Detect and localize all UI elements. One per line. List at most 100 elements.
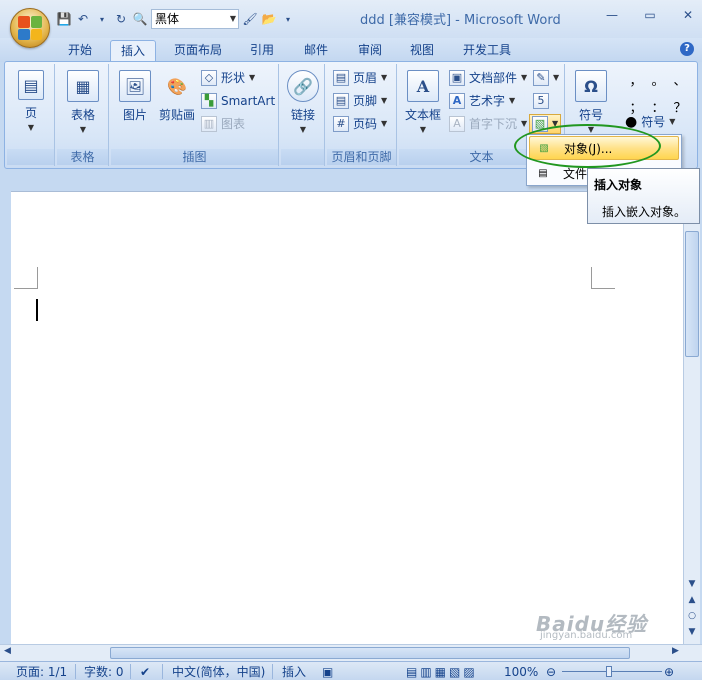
quick-parts-button[interactable]: ▣ 文档部件 ▼: [449, 68, 527, 88]
tab-review[interactable]: 审阅: [348, 40, 392, 62]
browse-object-icon[interactable]: ○: [686, 611, 698, 621]
font-name-box[interactable]: 黑体 ▼: [151, 9, 239, 29]
textbox-icon: A: [407, 70, 439, 102]
minimize-button[interactable]: —: [604, 8, 620, 22]
zoom-slider-thumb[interactable]: [606, 666, 612, 677]
symbol-period[interactable]: 。: [647, 70, 669, 89]
status-insert-mode[interactable]: 插入: [282, 664, 306, 680]
symbol-label: 符号: [578, 108, 603, 122]
vertical-scrollbar[interactable]: ▼ ▲ ○ ▼: [683, 191, 700, 644]
chart-button[interactable]: ▥ 图表: [201, 114, 245, 134]
header-label: 页眉: [353, 71, 378, 85]
help-icon[interactable]: ?: [680, 42, 694, 56]
tooltip: 插入对象 插入嵌入对象。: [587, 168, 700, 224]
group-label-pages: [7, 149, 54, 165]
pages-label: 页: [24, 106, 37, 120]
chevron-down-icon: ▼: [553, 73, 560, 82]
smartart-button[interactable]: ▚ SmartArt: [201, 91, 275, 111]
tab-page-layout[interactable]: 页面布局: [166, 40, 230, 62]
margin-corner-top-left: [14, 267, 38, 289]
clipart-button[interactable]: 🎨 剪贴画: [155, 70, 199, 123]
format-painter-icon[interactable]: 🖌: [242, 11, 258, 27]
proofing-icon[interactable]: ✔: [140, 664, 150, 680]
previous-page-icon[interactable]: ▲: [686, 595, 698, 605]
tab-references[interactable]: 引用: [240, 40, 284, 62]
special-characters-grid: ， 。 、 ； ： ？: [625, 70, 691, 116]
chevron-down-icon: ▼: [299, 125, 307, 134]
header-button[interactable]: ▤ 页眉 ▼: [333, 68, 387, 88]
open-folder-icon[interactable]: 📂: [261, 11, 277, 27]
tab-insert[interactable]: 插入: [110, 40, 156, 62]
pages-button[interactable]: ▤ 页 ▼: [13, 70, 49, 132]
link-icon: 🔗: [287, 70, 319, 102]
scroll-right-arrow-icon[interactable]: ▶: [672, 646, 679, 656]
close-button[interactable]: ✕: [680, 8, 696, 22]
shapes-button[interactable]: ◇ 形状 ▼: [201, 68, 255, 88]
group-links: 🔗 链接 ▼: [281, 64, 325, 166]
vertical-scroll-thumb[interactable]: [685, 231, 699, 357]
picture-button[interactable]: 🖼 图片: [117, 70, 153, 123]
chevron-down-icon: ▼: [79, 125, 87, 134]
links-label: 链接: [290, 108, 315, 122]
zoom-slider-track[interactable]: [562, 671, 662, 672]
clipart-icon: 🎨: [167, 76, 187, 96]
footer-button[interactable]: ▤ 页脚 ▼: [333, 91, 387, 111]
chevron-down-icon: ▼: [419, 125, 427, 134]
customize-qat-icon[interactable]: ▾: [280, 11, 296, 27]
save-icon[interactable]: 💾: [56, 11, 72, 27]
tab-home[interactable]: 开始: [58, 40, 102, 62]
horizontal-scrollbar[interactable]: ◀ ▶: [0, 644, 702, 661]
chevron-down-icon: ▼: [249, 73, 256, 82]
group-illustrations: 🖼 图片 🎨 剪贴画 ◇ 形状 ▼ ▚ SmartArt ▥ 图表 插图: [111, 64, 279, 166]
tab-developer[interactable]: 开发工具: [454, 40, 520, 62]
wordart-button[interactable]: A 艺术字 ▼: [449, 91, 515, 111]
macro-record-icon[interactable]: ▣: [322, 664, 333, 680]
scroll-down-arrow-icon[interactable]: ▼: [686, 579, 698, 589]
office-button[interactable]: [10, 8, 50, 48]
tab-view[interactable]: 视图: [400, 40, 444, 62]
dropcap-label: 首字下沉: [469, 117, 518, 131]
view-buttons-icon[interactable]: ▤▥▦▧▨: [406, 664, 478, 680]
symbol-comma[interactable]: ，: [625, 70, 647, 89]
undo-icon[interactable]: ↶: [75, 11, 91, 27]
status-language[interactable]: 中文(简体，中国): [172, 664, 265, 680]
next-page-icon[interactable]: ▼: [686, 627, 698, 637]
group-label-tables: 表格: [57, 149, 108, 165]
smartart-icon: ▚: [201, 93, 217, 109]
signature-line-button[interactable]: ✎ ▼: [533, 68, 559, 88]
dropcap-button[interactable]: A 首字下沉 ▼: [449, 114, 527, 134]
links-button[interactable]: 🔗 链接 ▼: [285, 70, 321, 134]
table-button[interactable]: ▦ 表格 ▼: [65, 70, 101, 134]
header-icon: ▤: [333, 70, 349, 86]
status-zoom-level[interactable]: 100%: [504, 664, 538, 680]
chevron-down-icon[interactable]: ▼: [230, 10, 236, 28]
textbox-button[interactable]: A 文本框 ▼: [401, 70, 445, 134]
smartart-label: SmartArt: [221, 94, 276, 108]
margin-corner-top-right: [591, 267, 615, 289]
status-page[interactable]: 页面: 1/1: [16, 664, 67, 680]
scroll-left-arrow-icon[interactable]: ◀: [4, 646, 11, 656]
symbol-enumeration-comma[interactable]: 、: [669, 70, 691, 89]
status-bar: 页面: 1/1 字数: 0 ✔ 中文(简体，中国) 插入 ▣ ▤▥▦▧▨ 100…: [0, 661, 702, 680]
maximize-button[interactable]: ▭: [642, 8, 658, 22]
office-logo-icon: [18, 16, 42, 40]
chevron-down-icon: ▼: [669, 117, 676, 126]
font-name-value: 黑体: [155, 12, 180, 26]
redo-icon[interactable]: ↻: [113, 11, 129, 27]
textbox-label: 文本框: [404, 108, 441, 122]
status-word-count[interactable]: 字数: 0: [84, 664, 124, 680]
chart-label: 图表: [221, 117, 246, 131]
page-number-button[interactable]: # 页码 ▼: [333, 114, 387, 134]
print-preview-icon[interactable]: 🔍: [132, 11, 148, 27]
page-number-label: 页码: [353, 117, 378, 131]
undo-dropdown-icon[interactable]: ▾: [94, 11, 110, 27]
document-page[interactable]: [11, 191, 683, 644]
horizontal-scroll-thumb[interactable]: [110, 647, 630, 659]
menu-item-file-label: 文件: [563, 167, 588, 181]
status-separator: [130, 664, 131, 679]
omega-icon: Ω: [575, 70, 607, 102]
date-time-button[interactable]: 5: [533, 91, 549, 111]
zoom-out-icon[interactable]: ⊖: [546, 664, 556, 680]
zoom-in-icon[interactable]: ⊕: [664, 664, 674, 680]
tab-mailings[interactable]: 邮件: [294, 40, 338, 62]
